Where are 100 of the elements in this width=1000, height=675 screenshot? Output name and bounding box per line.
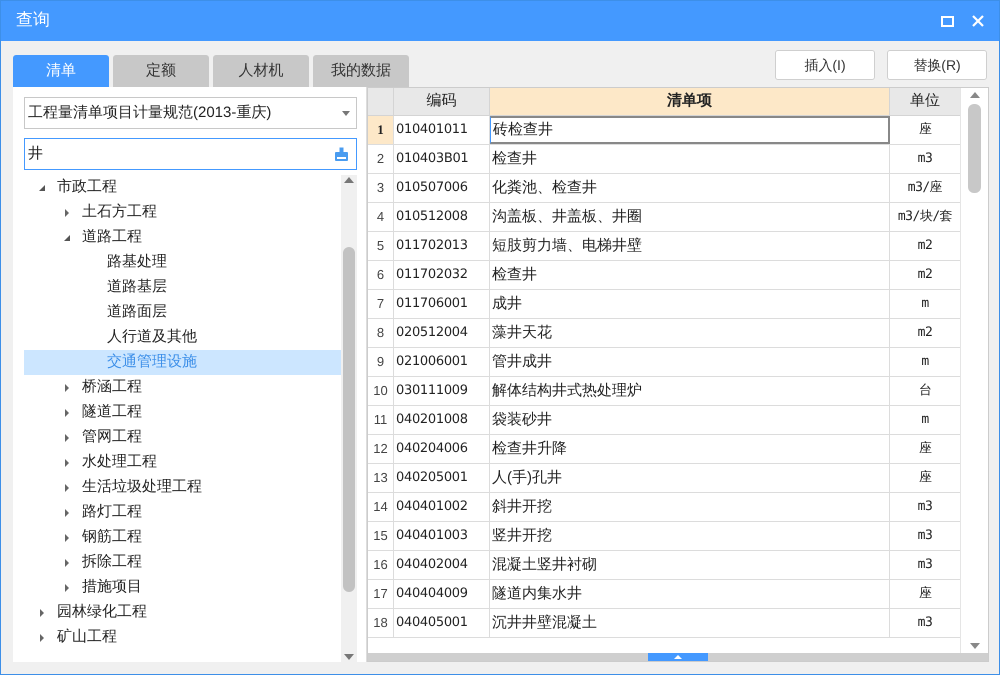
table-row[interactable]: 16 040402004 混凝土竖井衬砌 m3 xyxy=(368,551,960,580)
action-button[interactable]: 插入(I) xyxy=(775,50,875,80)
scroll-up-icon[interactable] xyxy=(970,92,980,98)
row-number: 14 xyxy=(368,493,394,521)
row-number: 5 xyxy=(368,232,394,260)
scroll-up-icon[interactable] xyxy=(344,177,354,183)
row-number: 18 xyxy=(368,609,394,637)
table-row[interactable]: 18 040405001 沉井井壁混凝土 m3 xyxy=(368,609,960,638)
expand-arrow-icon[interactable] xyxy=(64,458,70,468)
table-row[interactable]: 17 040404009 隧道内集水井 座 xyxy=(368,580,960,609)
tree-item[interactable]: 桥涵工程 xyxy=(24,375,341,400)
standard-dropdown[interactable]: 工程量清单项目计量规范(2013-重庆) xyxy=(24,97,357,129)
table-row[interactable]: 6 011702032 检查井 m2 xyxy=(368,261,960,290)
expand-arrow-icon[interactable] xyxy=(39,632,45,642)
row-number: 6 xyxy=(368,261,394,289)
expand-arrow-icon[interactable] xyxy=(64,208,70,218)
row-number: 16 xyxy=(368,551,394,579)
tree-item[interactable]: 路灯工程 xyxy=(24,500,341,525)
collapse-arrow-icon[interactable] xyxy=(63,234,71,242)
tree-item[interactable]: 道路基层 xyxy=(24,275,341,300)
table-cell: 短肢剪力墙、电梯井壁 xyxy=(490,232,890,260)
tree-item[interactable]: 人行道及其他 xyxy=(24,325,341,350)
close-icon[interactable] xyxy=(972,15,984,27)
table-cell-text: m xyxy=(920,353,930,372)
table-cell-text: 台 xyxy=(918,382,932,400)
table-row[interactable]: 4 010512008 沟盖板、井盖板、井圈 m3/块/套 xyxy=(368,203,960,232)
table-row[interactable]: 7 011706001 成井 m xyxy=(368,290,960,319)
table-cell: 040205001 xyxy=(394,464,490,492)
scrollbar[interactable] xyxy=(341,175,357,662)
table-row[interactable]: 15 040401003 竖井开挖 m3 xyxy=(368,522,960,551)
expand-arrow-icon[interactable] xyxy=(64,432,70,442)
collapse-arrow-icon[interactable] xyxy=(38,184,46,192)
expand-arrow-icon[interactable] xyxy=(64,508,70,518)
row-number: 8 xyxy=(368,319,394,347)
row-number: 9 xyxy=(368,348,394,376)
tree-item[interactable]: 路基处理 xyxy=(24,250,341,275)
table-row[interactable]: 3 010507006 化粪池、检查井 m3/座 xyxy=(368,174,960,203)
table-row[interactable]: 11 040201008 袋装砂井 m xyxy=(368,406,960,435)
scroll-down-icon[interactable] xyxy=(970,643,980,649)
table-row[interactable]: 12 040204006 检查井升降 座 xyxy=(368,435,960,464)
tree-item[interactable]: 钢筋工程 xyxy=(24,525,341,550)
expand-arrow-icon[interactable] xyxy=(39,608,45,618)
table-cell: 040402004 xyxy=(394,551,490,579)
tree-item[interactable]: 拆除工程 xyxy=(24,550,341,575)
table-cell-text: 座 xyxy=(918,585,932,604)
tree-item[interactable]: 管网工程 xyxy=(24,425,341,450)
row-number: 17 xyxy=(368,580,394,608)
expand-arrow-icon[interactable] xyxy=(64,408,70,418)
tree-item[interactable]: 矿山工程 xyxy=(24,625,341,650)
scroll-thumb[interactable] xyxy=(968,104,981,193)
table-cell-text: m3 xyxy=(916,527,934,546)
splitter-arrow-icon[interactable] xyxy=(674,655,682,659)
maximize-icon[interactable] xyxy=(941,16,954,26)
expand-arrow-icon[interactable] xyxy=(64,558,70,568)
scroll-down-icon[interactable] xyxy=(344,654,354,660)
tree-item[interactable]: 土石方工程 xyxy=(24,200,341,225)
row-number: 12 xyxy=(368,435,394,463)
table-cell: 030111009 xyxy=(394,377,490,405)
tree-item[interactable]: 措施项目 xyxy=(24,575,341,600)
tree-item[interactable]: 道路工程 xyxy=(24,225,341,250)
table-cell: 010403B01 xyxy=(394,145,490,173)
table-row[interactable]: 5 011702013 短肢剪力墙、电梯井壁 m2 xyxy=(368,232,960,261)
expand-arrow-icon[interactable] xyxy=(64,532,70,542)
tab[interactable]: 我的数据 xyxy=(313,55,409,87)
table-row[interactable]: 10 030111009 解体结构井式热处理炉 台 xyxy=(368,377,960,406)
tree-item[interactable]: 园林绿化工程 xyxy=(24,600,341,625)
tree-item[interactable]: 市政工程 xyxy=(24,175,341,200)
table-cell: 砖检查井 xyxy=(490,116,890,144)
table-row[interactable]: 1 010401011 砖检查井 座 xyxy=(368,116,960,145)
header-cell: 编码 xyxy=(394,88,490,116)
table-cell: 040404009 xyxy=(394,580,490,608)
expand-arrow-icon[interactable] xyxy=(64,382,70,392)
table-cell: 解体结构井式热处理炉 xyxy=(490,377,890,405)
scroll-thumb[interactable] xyxy=(343,247,355,592)
table-cell: 011706001 xyxy=(394,290,490,318)
expand-arrow-icon[interactable] xyxy=(64,482,70,492)
table-row[interactable]: 13 040205001 人(手)孔井 座 xyxy=(368,464,960,493)
dropdown-caret-icon[interactable] xyxy=(342,110,350,116)
search-field[interactable]: 井 xyxy=(24,138,357,170)
tree-item[interactable]: 道路面层 xyxy=(24,300,341,325)
table-cell-text: 座 xyxy=(918,121,932,140)
row-number: 4 xyxy=(368,203,394,231)
expand-arrow-icon[interactable] xyxy=(64,582,70,592)
table-cell: 010507006 xyxy=(394,174,490,202)
tree-item[interactable]: 水处理工程 xyxy=(24,450,341,475)
table-cell: 混凝土竖井衬砌 xyxy=(490,551,890,579)
table-cell: 袋装砂井 xyxy=(490,406,890,434)
table-cell-text: m3/块/套 xyxy=(896,208,954,226)
tab[interactable]: 定额 xyxy=(113,55,209,87)
table-row[interactable]: 9 021006001 管井成井 m xyxy=(368,348,960,377)
table-row[interactable]: 8 020512004 藻井天花 m2 xyxy=(368,319,960,348)
action-button[interactable]: 替换(R) xyxy=(887,50,987,80)
tree-item[interactable]: 隧道工程 xyxy=(24,400,341,425)
tab[interactable]: 人材机 xyxy=(213,55,309,87)
table-row[interactable]: 2 010403B01 检查井 m3 xyxy=(368,145,960,174)
table-row[interactable]: 14 040401002 斜井开挖 m3 xyxy=(368,493,960,522)
tree-item[interactable]: 生活垃圾处理工程 xyxy=(24,475,341,500)
table-cell-text: m3 xyxy=(916,614,934,632)
clear-brush-icon[interactable] xyxy=(334,146,349,162)
table-cell: 040405001 xyxy=(394,609,490,637)
